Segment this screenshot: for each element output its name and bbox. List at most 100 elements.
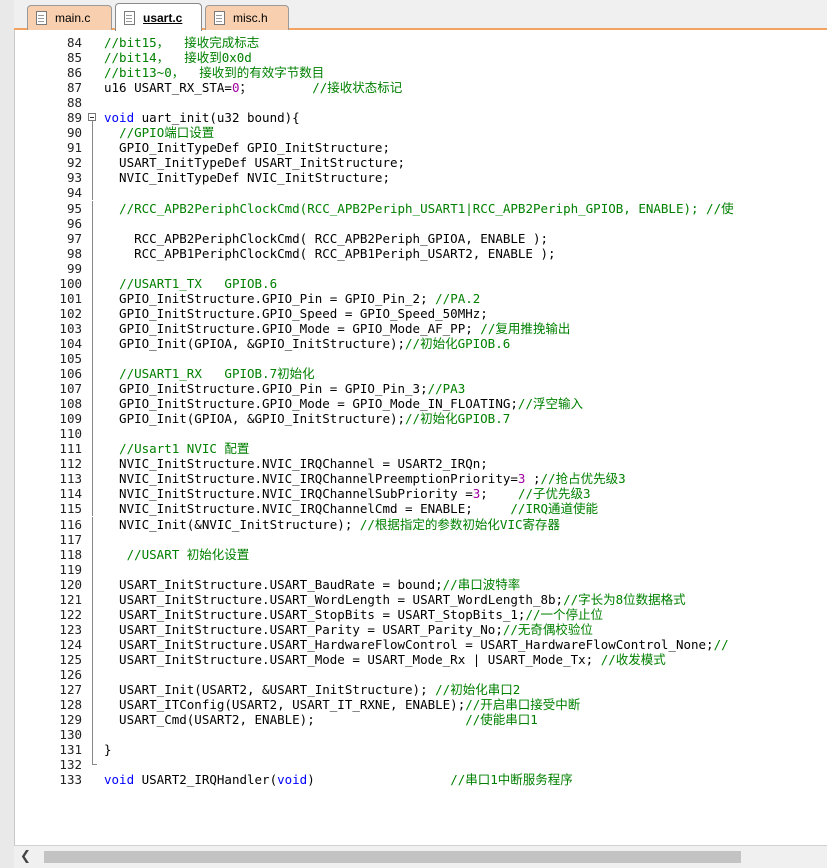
- code-line[interactable]: 90 //GPIO端口设置: [14, 125, 214, 141]
- code-text: NVIC_InitStructure.NVIC_IRQChannelSubPri…: [104, 486, 473, 502]
- code-line[interactable]: 117: [14, 531, 93, 547]
- line-number: 109: [59, 411, 82, 427]
- code-line[interactable]: 106 //USART1_RX GPIOB.7初始化: [14, 366, 315, 382]
- code-line[interactable]: 101 GPIO_InitStructure.GPIO_Pin = GPIO_P…: [14, 290, 480, 306]
- fold-line: [87, 396, 99, 412]
- line-number: 103: [59, 320, 82, 336]
- code-text: USART_InitStructure.USART_BaudRate = bou…: [104, 576, 443, 592]
- fold-line: [87, 170, 99, 186]
- code-line[interactable]: 108 GPIO_InitStructure.GPIO_Mode = GPIO_…: [14, 396, 583, 412]
- code-line[interactable]: 112 NVIC_InitStructure.NVIC_IRQChannel =…: [14, 456, 488, 472]
- code-line[interactable]: 107 GPIO_InitStructure.GPIO_Pin = GPIO_P…: [14, 381, 465, 397]
- code-line[interactable]: 97 RCC_APB2PeriphClockCmd( RCC_APB2Perip…: [14, 230, 548, 246]
- code-line[interactable]: 88: [14, 95, 82, 110]
- code-line[interactable]: 116 NVIC_Init(&NVIC_InitStructure); //根据…: [14, 516, 560, 532]
- code-line[interactable]: 104 GPIO_Init(GPIOA, &GPIO_InitStructure…: [14, 335, 510, 351]
- code-line[interactable]: 96: [14, 215, 93, 231]
- code-line[interactable]: 110: [14, 426, 93, 442]
- line-code: USART_InitStructure.USART_HardwareFlowCo…: [104, 637, 729, 652]
- code-line[interactable]: 84 //bit15， 接收完成标志: [14, 35, 259, 50]
- code-editor[interactable]: 84 //bit15， 接收完成标志 85 //bit14， 接收到0x0d 86 //b…: [14, 31, 827, 845]
- code-line[interactable]: 100 //USART1_TX GPIOB.6: [14, 275, 277, 291]
- horizontal-scrollbar[interactable]: ❮: [14, 845, 827, 868]
- code-line[interactable]: 93 NVIC_InitTypeDef NVIC_InitStructure;: [14, 170, 390, 186]
- code-line[interactable]: 109 GPIO_Init(GPIOA, &GPIO_InitStructure…: [14, 411, 510, 427]
- fold-line: [87, 441, 99, 457]
- line-number: 100: [59, 275, 82, 291]
- code-line[interactable]: 89 void uart_init(u32 bound){: [14, 110, 300, 126]
- line-number: 116: [59, 516, 82, 532]
- code-line[interactable]: 87 u16 USART_RX_STA=0； //接收状态标记: [14, 80, 402, 96]
- code-line[interactable]: 121 USART_InitStructure.USART_WordLength…: [14, 591, 686, 607]
- code-line[interactable]: 132: [14, 757, 97, 772]
- code-line[interactable]: 113 NVIC_InitStructure.NVIC_IRQChannelPr…: [14, 471, 626, 487]
- line-number: 95: [66, 200, 82, 216]
- code-line[interactable]: 129 USART_Cmd(USART2, ENABLE); //使能串口1: [14, 712, 538, 728]
- code-line[interactable]: 128 USART_ITConfig(USART2, USART_IT_RXNE…: [14, 697, 580, 713]
- tab-misc-h[interactable]: misc.h: [205, 5, 289, 30]
- code-line[interactable]: 118 //USART 初始化设置: [14, 546, 249, 562]
- code-line[interactable]: 95 //RCC_APB2PeriphClockCmd(RCC_APB2Peri…: [14, 200, 734, 216]
- line-number: 110: [59, 426, 82, 442]
- code-line[interactable]: 91 GPIO_InitTypeDef GPIO_InitStructure;: [14, 140, 390, 156]
- code-line[interactable]: 126: [14, 666, 93, 682]
- code-line[interactable]: 86 //bit13~0， 接收到的有效字节数目: [14, 65, 324, 80]
- line-code: //RCC_APB2PeriphClockCmd(RCC_APB2Periph_…: [104, 201, 734, 216]
- code-line[interactable]: 92 USART_InitTypeDef USART_InitStructure…: [14, 155, 405, 171]
- code-line[interactable]: 94: [14, 185, 93, 201]
- scroll-left-arrow-icon[interactable]: ❮: [20, 849, 31, 864]
- code-comment: //USART1_RX GPIOB.7初始化: [119, 366, 315, 382]
- code-line[interactable]: 105: [14, 350, 93, 366]
- fold-collapse-icon[interactable]: [87, 110, 99, 126]
- fold-line: [87, 305, 99, 321]
- line-number: 104: [59, 335, 82, 351]
- code-line[interactable]: 111 //Usart1 NVIC 配置: [14, 441, 249, 457]
- fold-line: [87, 621, 99, 637]
- code-line[interactable]: 119: [14, 561, 93, 577]
- code-comment: //USART 初始化设置: [126, 546, 250, 562]
- line-number: 131: [59, 742, 82, 758]
- code-line[interactable]: 124 USART_InitStructure.USART_HardwareFl…: [14, 636, 729, 652]
- code-line[interactable]: 125 USART_InitStructure.USART_Mode = USA…: [14, 651, 666, 667]
- code-line[interactable]: 114 NVIC_InitStructure.NVIC_IRQChannelSu…: [14, 486, 591, 502]
- code-comment: //PA3: [427, 381, 466, 397]
- fold-line: [87, 366, 99, 382]
- code-line[interactable]: 131}: [14, 742, 112, 758]
- line-code: void uart_init(u32 bound){: [104, 110, 300, 125]
- code-line[interactable]: 102 GPIO_InitStructure.GPIO_Speed = GPIO…: [14, 305, 488, 321]
- code-line[interactable]: 123 USART_InitStructure.USART_Parity = U…: [14, 621, 593, 637]
- line-number: 87: [66, 80, 82, 96]
- tab-main-c[interactable]: main.c: [27, 5, 112, 30]
- code-text: ;: [525, 471, 541, 487]
- tab-usart-c[interactable]: usart.c: [115, 3, 202, 31]
- code-line[interactable]: 85 //bit14， 接收到0x0d: [14, 50, 252, 65]
- fold-line: [87, 260, 99, 276]
- code-text: USART_Cmd(USART2, ENABLE);: [104, 712, 466, 728]
- line-code: USART_InitStructure.USART_WordLength = U…: [104, 592, 686, 607]
- code-line[interactable]: 127 USART_Init(USART2, &USART_InitStruct…: [14, 682, 520, 698]
- fold-line: [87, 486, 99, 502]
- code-line[interactable]: 122 USART_InitStructure.USART_StopBits =…: [14, 606, 603, 622]
- scrollbar-thumb[interactable]: [44, 851, 741, 863]
- code-text: uart_init(u32 bound){: [134, 110, 300, 126]
- code-line[interactable]: 130: [14, 727, 93, 743]
- code-comment: //GPIO端口设置: [119, 125, 215, 141]
- line-code: USART_Cmd(USART2, ENABLE); //使能串口1: [104, 712, 538, 727]
- code-comment: //抢占优先级3: [540, 471, 626, 487]
- line-number: 122: [59, 606, 82, 622]
- code-text: NVIC_Init(&NVIC_InitStructure);: [104, 516, 360, 532]
- line-code: NVIC_InitStructure.NVIC_IRQChannelSubPri…: [104, 486, 590, 502]
- line-number: 105: [59, 350, 82, 366]
- line-number: 96: [66, 215, 82, 231]
- code-line[interactable]: 115 NVIC_InitStructure.NVIC_IRQChannelCm…: [14, 501, 598, 517]
- code-comment: //开启串口接受中断: [465, 697, 581, 713]
- code-comment: //bit14， 接收到0x0d: [104, 50, 252, 66]
- code-line[interactable]: 99: [14, 260, 93, 276]
- code-line[interactable]: 103 GPIO_InitStructure.GPIO_Mode = GPIO_…: [14, 320, 570, 336]
- code-line[interactable]: 120 USART_InitStructure.USART_BaudRate =…: [14, 576, 520, 592]
- fold-line: [87, 200, 99, 216]
- code-line[interactable]: 133 void USART2_IRQHandler(void) //串口1中断服…: [14, 772, 572, 787]
- line-code: //GPIO端口设置: [104, 125, 214, 140]
- code-line[interactable]: 98 RCC_APB1PeriphClockCmd( RCC_APB1Perip…: [14, 245, 556, 261]
